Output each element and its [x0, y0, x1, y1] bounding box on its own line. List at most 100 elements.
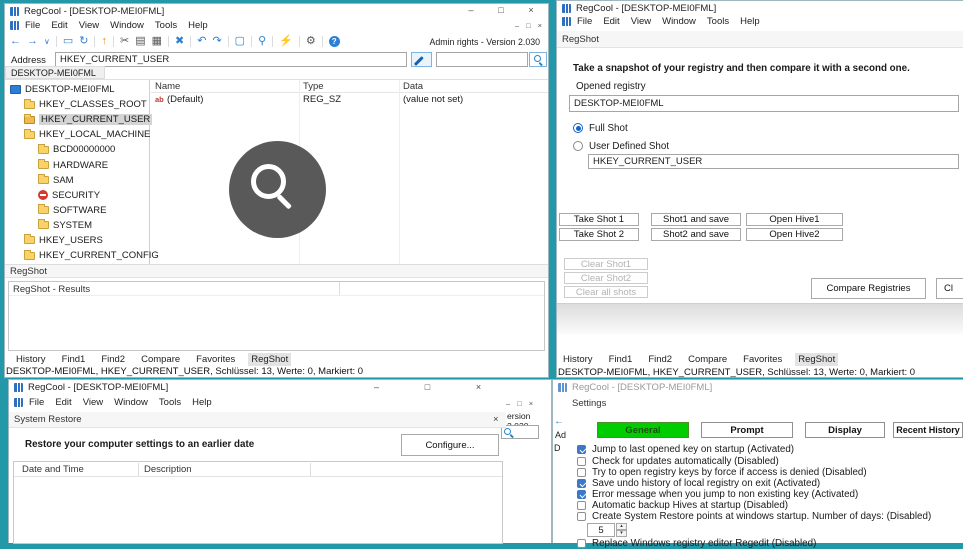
spinner-up-icon[interactable]: ▴: [616, 523, 627, 530]
checkbox-icon[interactable]: [577, 501, 586, 510]
column-data[interactable]: Data: [403, 81, 423, 92]
menu-tools[interactable]: Tools: [155, 20, 177, 31]
view-tab[interactable]: DESKTOP-MEI0FML: [5, 66, 105, 79]
undo-icon[interactable]: ↶: [197, 35, 206, 48]
clear-shot2-button[interactable]: Clear Shot2: [564, 272, 648, 284]
option-error-message-jump[interactable]: Error message when you jump to non exist…: [577, 489, 858, 500]
column-date-and-time[interactable]: Date and Time: [22, 464, 84, 475]
titlebar[interactable]: RegCool - [DESKTOP-MEI0FML]: [557, 1, 963, 16]
tab-find2[interactable]: Find2: [645, 353, 675, 366]
checkbox-checked-icon[interactable]: [577, 490, 586, 499]
option-automatic-backup-hives[interactable]: Automatic backup Hives at startup (Disab…: [577, 500, 788, 511]
refresh-icon[interactable]: ⚡: [279, 35, 293, 48]
opened-registry-input[interactable]: DESKTOP-MEI0FML: [569, 95, 959, 112]
history-dropdown-icon[interactable]: ∨: [44, 35, 50, 48]
column-name[interactable]: Name: [155, 81, 180, 92]
option-open-keys-by-force[interactable]: Try to open registry keys by force if ac…: [577, 467, 867, 478]
user-shot-path-input[interactable]: HKEY_CURRENT_USER: [588, 154, 959, 169]
maximize-button[interactable]: □: [486, 4, 516, 18]
open-hive1-button[interactable]: Open Hive1: [746, 213, 843, 226]
edit-address-button[interactable]: [411, 52, 432, 67]
close-button[interactable]: ×: [516, 4, 546, 18]
tree-item-sam[interactable]: SAM: [5, 173, 149, 188]
settings-gear-icon[interactable]: ⚙: [306, 35, 316, 48]
mdi-minimize-button[interactable]: –: [506, 399, 510, 408]
tab-regshot[interactable]: RegShot: [248, 353, 291, 366]
shot1-and-save-button[interactable]: Shot1 and save: [651, 213, 741, 226]
configure-button[interactable]: Configure...: [401, 434, 499, 456]
menu-window[interactable]: Window: [114, 397, 148, 408]
full-shot-radio[interactable]: [573, 123, 583, 133]
mdi-close-button[interactable]: ×: [538, 21, 542, 30]
column-type[interactable]: Type: [303, 81, 324, 92]
forward-icon[interactable]: →: [27, 35, 38, 48]
mdi-minimize-button[interactable]: –: [515, 21, 519, 30]
delete-icon[interactable]: ✖: [175, 35, 184, 48]
menu-view[interactable]: View: [631, 16, 651, 27]
tab-compare[interactable]: Compare: [138, 353, 183, 366]
cut-icon[interactable]: ✂: [120, 35, 129, 48]
option-create-restore-points[interactable]: Create System Restore points at windows …: [577, 511, 931, 522]
tab-favorites[interactable]: Favorites: [193, 353, 238, 366]
full-shot-label[interactable]: Full Shot: [589, 123, 628, 134]
tree-item-system[interactable]: SYSTEM: [5, 218, 149, 233]
menu-window[interactable]: Window: [662, 16, 696, 27]
days-spinner-value[interactable]: 5: [587, 523, 615, 537]
menu-help[interactable]: Help: [740, 16, 760, 27]
panel-close-icon[interactable]: ×: [493, 414, 499, 425]
checkbox-checked-icon[interactable]: [577, 479, 586, 488]
tab-regshot[interactable]: RegShot: [795, 353, 838, 366]
paste-icon[interactable]: ▦: [152, 35, 162, 48]
menu-tools[interactable]: Tools: [159, 397, 181, 408]
option-save-undo-history[interactable]: Save undo history of local registry on e…: [577, 478, 820, 489]
menu-help[interactable]: Help: [192, 397, 212, 408]
menu-file[interactable]: File: [29, 397, 44, 408]
mdi-restore-button[interactable]: □: [526, 21, 531, 30]
tree-item-hkey-classes-root[interactable]: HKEY_CLASSES_ROOT: [5, 97, 149, 112]
minimize-button[interactable]: –: [456, 4, 486, 18]
tab-find1[interactable]: Find1: [606, 353, 636, 366]
back-icon[interactable]: ←: [10, 35, 21, 48]
compare-registries-button[interactable]: Compare Registries: [811, 278, 926, 299]
select-frame-icon[interactable]: ▢: [235, 35, 245, 48]
key-up-icon[interactable]: ↑: [101, 35, 107, 48]
titlebar[interactable]: RegCool - [DESKTOP-MEI0FML]: [553, 380, 963, 395]
settings-tab-general[interactable]: General: [597, 422, 689, 438]
table-row[interactable]: ab (Default) REG_SZ (value not set): [151, 94, 548, 108]
mdi-close-button[interactable]: ×: [529, 399, 533, 408]
tree-item-hkey-current-config[interactable]: HKEY_CURRENT_CONFIG: [5, 248, 149, 263]
menu-edit[interactable]: Edit: [55, 397, 71, 408]
tab-compare[interactable]: Compare: [685, 353, 730, 366]
settings-tab-recent-history[interactable]: Recent History: [893, 422, 963, 438]
checkbox-icon[interactable]: [577, 539, 586, 548]
address-input[interactable]: HKEY_CURRENT_USER: [55, 52, 407, 67]
minimize-button[interactable]: –: [351, 381, 402, 395]
tab-favorites[interactable]: Favorites: [740, 353, 785, 366]
user-defined-shot-label[interactable]: User Defined Shot: [589, 141, 669, 152]
clear-shot1-button[interactable]: Clear Shot1: [564, 258, 648, 270]
user-defined-shot-radio[interactable]: [573, 141, 583, 151]
refresh-connection-icon[interactable]: ↻: [79, 35, 88, 48]
tree-item-hardware[interactable]: HARDWARE: [5, 157, 149, 172]
menu-edit[interactable]: Edit: [51, 20, 67, 31]
computer-icon[interactable]: ▭: [63, 35, 73, 48]
tab-history[interactable]: History: [13, 353, 49, 366]
menu-tools[interactable]: Tools: [707, 16, 729, 27]
close-button[interactable]: ×: [453, 381, 504, 395]
mdi-restore-button[interactable]: □: [517, 399, 522, 408]
column-description[interactable]: Description: [144, 464, 192, 475]
tab-find1[interactable]: Find1: [59, 353, 89, 366]
tree-item-software[interactable]: SOFTWARE: [5, 203, 149, 218]
option-check-updates[interactable]: Check for updates automatically (Disable…: [577, 456, 779, 467]
menu-view[interactable]: View: [83, 397, 103, 408]
value-list[interactable]: Name Type Data ab (Default) REG_SZ (valu…: [151, 80, 548, 265]
results-header[interactable]: RegShot - Results: [13, 284, 90, 295]
registry-tree[interactable]: DESKTOP-MEI0FML HKEY_CLASSES_ROOT HKEY_C…: [5, 80, 150, 265]
spinner-down-icon[interactable]: ▾: [616, 530, 627, 537]
tree-item-hkey-users[interactable]: HKEY_USERS: [5, 233, 149, 248]
checkbox-icon[interactable]: [577, 457, 586, 466]
help-icon[interactable]: ?: [329, 36, 340, 47]
settings-tab-display[interactable]: Display: [805, 422, 885, 438]
menu-edit[interactable]: Edit: [603, 16, 619, 27]
close-button-truncated[interactable]: Cl: [936, 278, 963, 299]
